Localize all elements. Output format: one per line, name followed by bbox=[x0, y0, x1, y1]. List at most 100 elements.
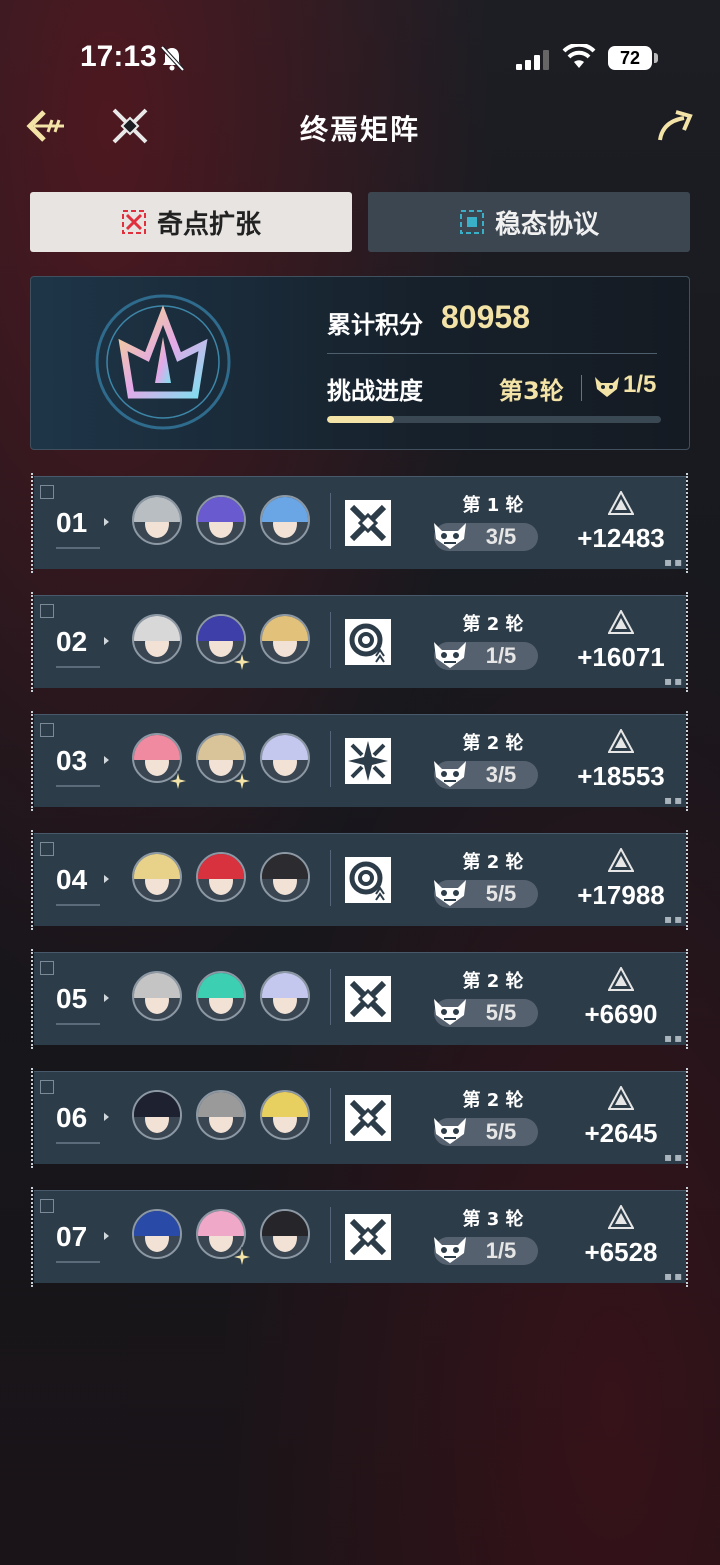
row-index: 04 bbox=[56, 864, 88, 895]
avatar-hair bbox=[198, 735, 244, 761]
round-record-row[interactable]: 03 第 2 轮 3/5 +18553 ▪▪ bbox=[31, 711, 688, 811]
avatar-hair bbox=[134, 1211, 180, 1237]
row-index: 02 bbox=[56, 626, 88, 657]
character-avatar[interactable] bbox=[132, 495, 182, 545]
current-round: 第3轮 bbox=[499, 377, 564, 405]
character-avatar[interactable] bbox=[260, 1090, 310, 1140]
row-score-gain: +2645 bbox=[584, 1118, 658, 1148]
character-avatar[interactable] bbox=[196, 495, 246, 545]
score-summary-panel: 累计积分 80958 挑战进度 第3轮 1/5 bbox=[30, 276, 690, 450]
avatar-hair bbox=[134, 1092, 180, 1118]
row-round: 第 2 轮 bbox=[462, 852, 524, 873]
round-record-row[interactable]: 06 第 2 轮 5/5 +2645 ▪▪ bbox=[31, 1068, 688, 1168]
character-avatar[interactable] bbox=[260, 852, 310, 902]
row-score-gain: +6528 bbox=[584, 1237, 658, 1267]
score-triangle-icon bbox=[608, 729, 634, 753]
row-round: 第 2 轮 bbox=[462, 971, 524, 992]
tab-singularity[interactable]: 奇点扩张 bbox=[30, 192, 352, 252]
score-label: 累计积分 bbox=[327, 311, 423, 339]
crossed-swords-icon bbox=[345, 976, 391, 1022]
row-corner-mark bbox=[40, 961, 54, 975]
row-decor-dots: ▪▪ bbox=[664, 555, 685, 569]
character-avatar[interactable] bbox=[260, 1209, 310, 1259]
row-decor-dots: ▪▪ bbox=[664, 674, 685, 688]
expand-arrow-icon[interactable] bbox=[104, 1232, 109, 1240]
crossed-swords-icon bbox=[345, 1214, 391, 1260]
avatar-hair bbox=[198, 1092, 244, 1118]
expand-arrow-icon[interactable] bbox=[104, 756, 109, 764]
character-avatar[interactable] bbox=[196, 1090, 246, 1140]
row-stage: 5/5 bbox=[485, 1119, 517, 1144]
row-score-gain: +12483 bbox=[577, 523, 665, 553]
row-dotted-border-left bbox=[31, 592, 35, 692]
avatar-hair bbox=[198, 497, 244, 523]
row-score-gain: +16071 bbox=[577, 642, 665, 672]
round-record-row[interactable]: 04 第 2 轮 5/5 +17988 ▪▪ bbox=[31, 830, 688, 930]
row-corner-mark bbox=[40, 1199, 54, 1213]
battery-indicator: 72 bbox=[608, 46, 652, 70]
round-record-row[interactable]: 05 第 2 轮 5/5 +6690 ▪▪ bbox=[31, 949, 688, 1049]
tab-steady-protocol[interactable]: 稳态协议 bbox=[368, 192, 690, 252]
character-avatar[interactable] bbox=[260, 495, 310, 545]
avatar-hair bbox=[262, 1211, 308, 1237]
character-avatar[interactable] bbox=[260, 971, 310, 1021]
character-avatar[interactable] bbox=[196, 852, 246, 902]
sparkle-star-icon bbox=[232, 1247, 252, 1267]
character-avatar[interactable] bbox=[260, 733, 310, 783]
nav-bar: 终焉矩阵 bbox=[0, 96, 720, 156]
expand-arrow-icon[interactable] bbox=[104, 994, 109, 1002]
row-index: 01 bbox=[56, 507, 88, 538]
row-stage: 5/5 bbox=[485, 1000, 517, 1025]
character-avatar[interactable] bbox=[132, 1209, 182, 1259]
progress-separator bbox=[581, 375, 582, 401]
protocol-tab-icon bbox=[459, 210, 484, 234]
character-avatar[interactable] bbox=[260, 614, 310, 664]
battery-tip bbox=[654, 53, 658, 63]
crossed-swords-icon bbox=[345, 500, 391, 546]
row-round: 第 2 轮 bbox=[462, 733, 524, 754]
spiral-icon bbox=[345, 857, 391, 903]
row-index: 07 bbox=[56, 1221, 88, 1252]
row-index-underline bbox=[56, 547, 100, 549]
character-avatar[interactable] bbox=[196, 971, 246, 1021]
expand-arrow-icon[interactable] bbox=[104, 518, 109, 526]
expand-arrow-icon[interactable] bbox=[104, 1113, 109, 1121]
row-index-underline bbox=[56, 785, 100, 787]
row-stage: 3/5 bbox=[485, 524, 517, 549]
crossed-swords-icon bbox=[345, 1095, 391, 1141]
character-avatar[interactable] bbox=[132, 614, 182, 664]
row-dotted-border-left bbox=[31, 711, 35, 811]
row-stage: 1/5 bbox=[485, 643, 517, 668]
row-score-gain: +18553 bbox=[577, 761, 665, 791]
bell-muted-icon bbox=[160, 45, 185, 72]
share-arrow-icon[interactable] bbox=[656, 108, 694, 144]
score-triangle-icon bbox=[608, 1205, 634, 1229]
challenge-progress-bar bbox=[327, 416, 661, 423]
expand-arrow-icon[interactable] bbox=[104, 637, 109, 645]
character-avatar[interactable] bbox=[132, 1090, 182, 1140]
demon-mask-icon bbox=[434, 523, 466, 549]
demon-mask-icon bbox=[434, 1118, 466, 1144]
character-avatar[interactable] bbox=[132, 971, 182, 1021]
character-avatar[interactable] bbox=[132, 852, 182, 902]
row-dotted-border-left bbox=[31, 1068, 35, 1168]
row-separator bbox=[330, 850, 331, 906]
row-index-underline bbox=[56, 1142, 100, 1144]
avatar-hair bbox=[198, 854, 244, 880]
summary-divider bbox=[327, 353, 657, 354]
tab-singularity-label: 奇点扩张 bbox=[156, 209, 261, 240]
round-record-row[interactable]: 01 第 1 轮 3/5 +12483 ▪▪ bbox=[31, 473, 688, 573]
row-decor-dots: ▪▪ bbox=[664, 1269, 685, 1283]
expand-arrow-icon[interactable] bbox=[104, 875, 109, 883]
avatar-hair bbox=[134, 973, 180, 999]
demon-mask-icon bbox=[434, 1237, 466, 1263]
round-record-row[interactable]: 07 第 3 轮 1/5 +6528 ▪▪ bbox=[31, 1187, 688, 1287]
avatar-hair bbox=[134, 735, 180, 761]
row-index-underline bbox=[56, 1261, 100, 1263]
row-corner-mark bbox=[40, 842, 54, 856]
row-dotted-border-left bbox=[31, 830, 35, 930]
row-corner-mark bbox=[40, 485, 54, 499]
progress-label: 挑战进度 bbox=[327, 377, 423, 405]
round-record-row[interactable]: 02 第 2 轮 1/5 +16071 ▪▪ bbox=[31, 592, 688, 692]
singularity-tab-icon bbox=[121, 210, 146, 234]
